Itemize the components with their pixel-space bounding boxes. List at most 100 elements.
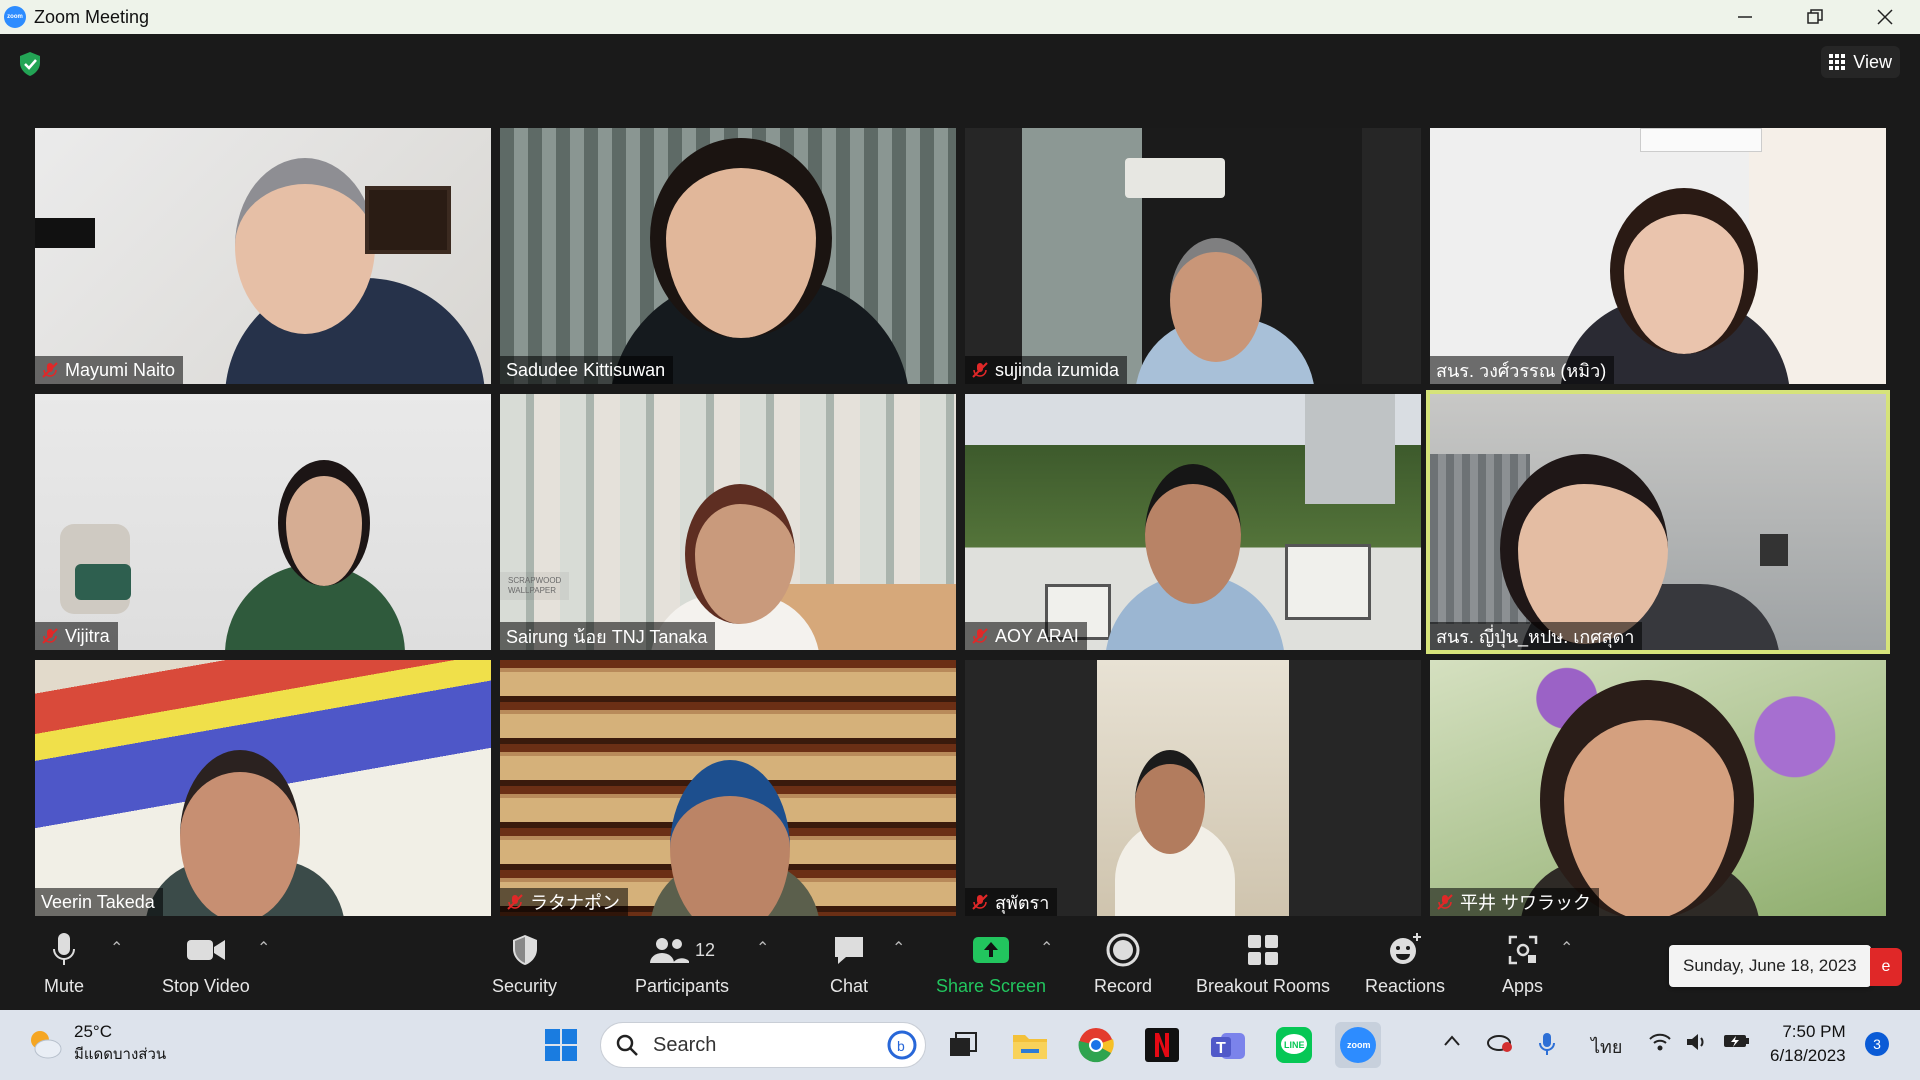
chrome-icon [1078, 1028, 1114, 1063]
stop-video-button[interactable]: Stop Video [162, 928, 250, 997]
search-placeholder: Search [653, 1033, 717, 1056]
view-button[interactable]: View [1821, 46, 1900, 78]
task-view-button[interactable] [940, 1022, 986, 1068]
participants-count: 12 [695, 939, 716, 960]
partly-sunny-icon [31, 1031, 62, 1059]
video-tile-active-speaker[interactable]: สนร. ญี่ปุ่น_หปษ. เกศสุดา [1426, 390, 1890, 654]
participant-name-label: สนร. ญี่ปุ่น_หปษ. เกศสุดา [1430, 622, 1643, 650]
participant-name-label: sujinda izumida [965, 356, 1128, 384]
volume-tray-button[interactable] [1685, 1032, 1709, 1057]
battery-tray-button[interactable] [1722, 1032, 1750, 1055]
file-explorer-button[interactable] [1007, 1022, 1053, 1068]
weather-widget[interactable]: 25°C มีแดดบางส่วน [26, 1022, 166, 1066]
apps-options-chevron-icon[interactable]: ⌃ [1560, 938, 1573, 958]
share-options-chevron-icon[interactable]: ⌃ [1040, 938, 1053, 958]
audio-options-chevron-icon[interactable]: ⌃ [110, 938, 123, 958]
mic-muted-icon [972, 894, 988, 910]
video-tile-vijitra[interactable]: Vijitra [35, 394, 491, 650]
date-tooltip: Sunday, June 18, 2023 [1669, 945, 1871, 987]
security-shield-icon [512, 935, 537, 965]
reactions-smiley-icon [1390, 933, 1422, 964]
video-tile-supattra[interactable]: สุพัตรา [965, 660, 1421, 916]
microphone-icon [53, 933, 76, 965]
windows-logo-icon [545, 1029, 577, 1061]
zoom-taskbar-button[interactable]: zoom [1335, 1022, 1381, 1068]
breakout-rooms-button[interactable]: Breakout Rooms [1196, 928, 1330, 997]
participants-icon [650, 938, 689, 963]
restore-button[interactable] [1780, 0, 1850, 34]
svg-text:T: T [1216, 1040, 1226, 1057]
mic-muted-icon [1437, 894, 1453, 910]
video-tile-sujinda-izumida[interactable]: sujinda izumida [965, 128, 1421, 384]
netflix-button[interactable] [1139, 1022, 1185, 1068]
onedrive-error-icon [1487, 1035, 1512, 1052]
mic-muted-icon [972, 362, 988, 378]
participant-name-label: Sairung น้อย TNJ Tanaka [500, 622, 716, 650]
background-watermark-text: WALLPAPER [508, 586, 557, 595]
security-button[interactable]: Security [492, 928, 557, 997]
video-tile-veerin-takeda[interactable]: Veerin Takeda [35, 660, 491, 916]
video-camera-icon [186, 940, 225, 960]
system-clock[interactable]: 7:50 PM 6/18/2023 [1770, 1020, 1846, 1068]
zoom-logo-icon: zoom [4, 6, 26, 28]
battery-charging-icon [1724, 1035, 1749, 1047]
line-icon: LINE [1276, 1027, 1312, 1063]
taskbar-search[interactable]: Search b [600, 1022, 926, 1068]
participants-button[interactable]: 12 Participants [635, 928, 729, 997]
minimize-icon [1738, 16, 1752, 18]
window-title: Zoom Meeting [34, 6, 150, 27]
svg-text:b: b [897, 1038, 905, 1054]
video-tile-wongwan[interactable]: สนร. วงศ์วรรณ (หมิว) [1430, 128, 1886, 384]
line-app-button[interactable]: LINE [1271, 1022, 1317, 1068]
background-watermark-text: SCRAPWOOD [508, 576, 562, 585]
share-screen-icon [973, 937, 1010, 963]
apps-icon [1508, 935, 1537, 965]
minimize-button[interactable] [1710, 0, 1780, 34]
show-hidden-icons-button[interactable] [1443, 1032, 1461, 1053]
chevron-up-icon [1444, 1035, 1460, 1046]
bing-icon: b [887, 1030, 917, 1060]
chrome-button[interactable] [1073, 1022, 1119, 1068]
participant-name-label: Sadudee Kittisuwan [500, 356, 674, 384]
start-button[interactable] [538, 1022, 584, 1068]
search-icon [616, 1034, 638, 1056]
chat-options-chevron-icon[interactable]: ⌃ [892, 938, 905, 958]
participant-name-label: 平井 サワラック [1430, 888, 1600, 916]
encryption-shield-icon[interactable] [16, 50, 44, 78]
record-button[interactable]: Record [1094, 928, 1152, 997]
video-tile-hirai-sawarak[interactable]: 平井 サワラック [1430, 660, 1886, 916]
notification-count-badge[interactable]: 3 [1865, 1032, 1889, 1056]
apps-button[interactable]: Apps [1502, 928, 1543, 997]
wifi-tray-button[interactable] [1648, 1032, 1672, 1057]
close-button[interactable] [1850, 0, 1920, 34]
input-language-button[interactable]: ไทย [1591, 1032, 1622, 1061]
teams-button[interactable]: T [1205, 1022, 1251, 1068]
reactions-button[interactable]: Reactions [1365, 928, 1445, 997]
meeting-toolbar: Mute ⌃ Stop Video ⌃ Security 12 Particip… [0, 920, 1920, 1010]
leave-button[interactable]: e [1870, 948, 1902, 986]
mic-muted-icon [972, 628, 988, 644]
weather-temperature: 25°C [74, 1022, 112, 1041]
close-icon [1877, 9, 1893, 25]
video-tile-sairung-tanaka[interactable]: SCRAPWOOD WALLPAPER Sairung น้อย TNJ Tan… [500, 394, 956, 650]
mute-button[interactable]: Mute [44, 928, 84, 997]
zoom-icon: zoom [1340, 1027, 1376, 1063]
video-tile-sadudee-kittisuwan[interactable]: Sadudee Kittisuwan [500, 128, 956, 384]
clock-time: 7:50 PM [1782, 1022, 1846, 1041]
mic-muted-icon [42, 628, 58, 644]
share-screen-button[interactable]: Share Screen [936, 928, 1046, 997]
participant-name-label: Vijitra [35, 622, 118, 650]
netflix-icon [1145, 1028, 1179, 1062]
video-tile-rattanaphon[interactable]: ラタナポン [500, 660, 956, 916]
weather-description: มีแดดบางส่วน [74, 1046, 167, 1063]
microphone-tray-button[interactable] [1538, 1032, 1556, 1061]
video-tile-mayumi-naito[interactable]: Mayumi Naito [35, 128, 491, 384]
windows-taskbar: 25°C มีแดดบางส่วน Search b T LINE zoom ไ… [0, 1010, 1920, 1080]
participant-name-label: สนร. วงศ์วรรณ (หมิว) [1430, 356, 1615, 384]
chat-bubble-icon [835, 937, 864, 964]
video-tile-aoy-arai[interactable]: AOY ARAI [965, 394, 1421, 650]
participants-options-chevron-icon[interactable]: ⌃ [756, 938, 769, 958]
onedrive-tray-button[interactable] [1486, 1032, 1514, 1057]
video-options-chevron-icon[interactable]: ⌃ [257, 938, 270, 958]
chat-button[interactable]: Chat [830, 928, 868, 997]
